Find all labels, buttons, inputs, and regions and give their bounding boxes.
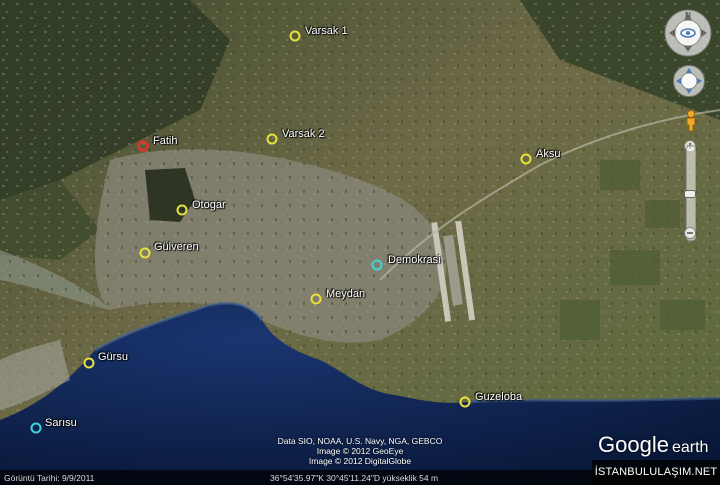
place-marker-varsak-2[interactable]	[266, 133, 278, 145]
place-label: Aksu	[536, 148, 561, 160]
logo-earth: earth	[671, 439, 709, 456]
zoom-out-icon[interactable]	[684, 226, 696, 244]
place-marker-fatih[interactable]	[137, 140, 149, 152]
place-marker-sarisu[interactable]	[30, 422, 42, 434]
place-label: Meydan	[326, 288, 366, 300]
look-ring-icon[interactable]: N	[663, 8, 713, 63]
place-marker-gulveren[interactable]	[139, 247, 151, 259]
place-marker-guzeloba[interactable]	[459, 396, 471, 408]
place-marker-varsak-1[interactable]	[289, 30, 301, 42]
place-marker-otogar[interactable]	[176, 204, 188, 216]
move-ring-icon[interactable]	[672, 64, 706, 103]
place-label: Varsak 1	[305, 25, 348, 37]
satellite-map[interactable]: Varsak 1 Varsak 2 Fatih Aksu Otogar Gülv…	[0, 0, 720, 485]
place-marker-gursu[interactable]	[83, 357, 95, 369]
place-label: Sarısu	[45, 417, 77, 429]
satellite-imagery	[0, 0, 720, 485]
site-watermark: İSTANBULULAŞIM.NET	[592, 460, 720, 485]
place-marker-meydan[interactable]	[310, 293, 322, 305]
place-label: Otogar	[192, 199, 226, 211]
place-label: Fatih	[153, 135, 178, 147]
pegman-icon[interactable]	[684, 110, 698, 137]
imagery-date: Görüntü Tarihi: 9/9/2011	[4, 473, 95, 483]
google-earth-logo: Google earth	[598, 432, 708, 458]
place-marker-demokrasi[interactable]	[371, 259, 383, 271]
place-label: Gürsu	[98, 351, 128, 363]
logo-google: Google	[598, 432, 669, 457]
place-label: Gülveren	[154, 241, 199, 253]
zoom-slider-handle[interactable]	[684, 185, 696, 203]
place-label: Demokrasi	[388, 254, 441, 266]
place-marker-aksu[interactable]	[520, 153, 532, 165]
place-label: Guzeloba	[475, 391, 523, 403]
place-label: Varsak 2	[282, 128, 325, 140]
coordinate-readout: 36°54'35.97"K 30°45'11.24"D yükseklik 54…	[270, 473, 439, 483]
